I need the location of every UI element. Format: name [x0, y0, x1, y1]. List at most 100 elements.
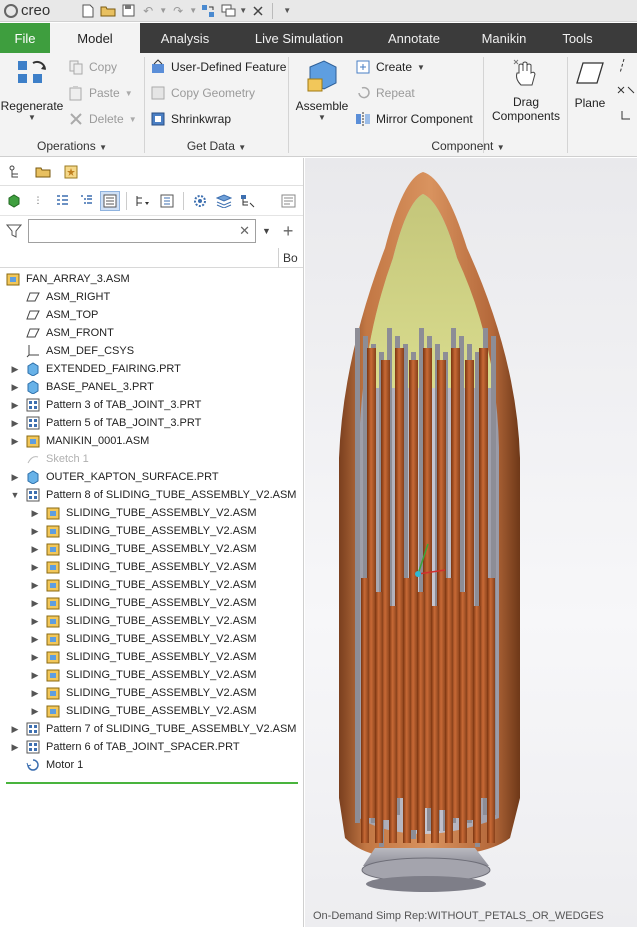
undo-icon[interactable]: ↶: [138, 2, 158, 20]
assemble-button[interactable]: Assemble ▼: [293, 57, 351, 122]
open-folder-icon[interactable]: [98, 2, 118, 20]
paste-button[interactable]: Paste ▼: [68, 85, 133, 101]
tree-item[interactable]: ▼ Pattern 8 of SLIDING_TUBE_ASSEMBLY_V2.A…: [0, 486, 303, 504]
tree-item[interactable]: ▶ SLIDING_TUBE_ASSEMBLY_V2.ASM: [0, 630, 303, 648]
sliding-tube[interactable]: [375, 592, 383, 843]
sliding-tube[interactable]: [473, 606, 481, 843]
assemble-dropdown-icon[interactable]: ▼: [318, 113, 326, 122]
repeat-button[interactable]: Repeat: [355, 85, 415, 101]
tree-item[interactable]: ▶ SLIDING_TUBE_ASSEMBLY_V2.ASM: [0, 558, 303, 576]
tree-item[interactable]: ▶ SLIDING_TUBE_ASSEMBLY_V2.ASM: [0, 504, 303, 522]
tree-item[interactable]: ▶ BASE_PANEL_3.PRT: [0, 378, 303, 396]
tree-columns-icon[interactable]: [133, 191, 153, 211]
structure-icon[interactable]: [238, 191, 258, 211]
user-defined-feature-button[interactable]: User-Defined Feature: [150, 59, 286, 75]
get-data-group-label[interactable]: Get Data ▼: [145, 139, 288, 153]
tab-manikin[interactable]: Manikin: [460, 23, 548, 53]
layers-icon[interactable]: [214, 191, 234, 211]
sliding-tube[interactable]: [459, 592, 467, 843]
mirror-component-button[interactable]: Mirror Component: [355, 111, 473, 127]
tree-search-input[interactable]: [29, 220, 229, 242]
sliding-tube[interactable]: [445, 578, 453, 843]
notes-icon[interactable]: [279, 191, 299, 211]
expand-arrow-icon[interactable]: ▶: [30, 598, 40, 609]
tree-item[interactable]: ▶ SLIDING_TUBE_ASSEMBLY_V2.ASM: [0, 666, 303, 684]
tree-item[interactable]: ▶ SLIDING_TUBE_ASSEMBLY_V2.ASM: [0, 576, 303, 594]
sliding-tube[interactable]: [431, 606, 439, 843]
expand-tree-icon[interactable]: [52, 191, 72, 211]
tree-filter-toggle-icon[interactable]: [100, 190, 120, 211]
expand-arrow-icon[interactable]: ▶: [10, 724, 20, 735]
regenerate-button[interactable]: Regenerate ▼: [1, 57, 63, 122]
search-dropdown-icon[interactable]: ▼: [262, 226, 271, 236]
new-file-icon[interactable]: [78, 2, 98, 20]
sliding-tube[interactable]: [403, 578, 411, 843]
shrinkwrap-button[interactable]: Shrinkwrap: [150, 111, 231, 127]
folder-browser-tab-icon[interactable]: [32, 162, 54, 182]
tree-item[interactable]: ▶ SLIDING_TUBE_ASSEMBLY_V2.ASM: [0, 612, 303, 630]
windows-icon[interactable]: [218, 2, 238, 20]
expand-arrow-icon[interactable]: ▶: [30, 670, 40, 681]
datum-tools-overflow[interactable]: [614, 57, 637, 127]
guide-rail[interactable]: [355, 328, 360, 823]
tab-annotate[interactable]: Annotate: [368, 23, 460, 53]
expand-arrow-icon[interactable]: ▶: [10, 364, 20, 375]
tab-tools[interactable]: Tools: [548, 23, 607, 53]
component-group-label[interactable]: Component ▼: [289, 139, 637, 153]
settings-dropdown-icon[interactable]: ⋮: [28, 191, 48, 211]
expand-arrow-icon[interactable]: ▶: [10, 382, 20, 393]
expand-arrow-icon[interactable]: ▶: [30, 652, 40, 663]
column-header-bo[interactable]: Bo: [278, 248, 298, 268]
operations-group-label[interactable]: Operations ▼: [0, 139, 144, 153]
add-filter-icon[interactable]: +: [283, 221, 294, 242]
tree-item[interactable]: Sketch 1: [0, 450, 303, 468]
tab-file[interactable]: File: [0, 23, 50, 53]
tree-item[interactable]: ▶ SLIDING_TUBE_ASSEMBLY_V2.ASM: [0, 594, 303, 612]
tree-item[interactable]: ▶ Pattern 3 of TAB_JOINT_3.PRT: [0, 396, 303, 414]
tree-item[interactable]: Motor 1: [0, 756, 303, 774]
expand-arrow-icon[interactable]: ▶: [30, 580, 40, 591]
tree-item[interactable]: ▶ SLIDING_TUBE_ASSEMBLY_V2.ASM: [0, 684, 303, 702]
copy-button[interactable]: Copy: [68, 59, 117, 75]
tree-item[interactable]: ▶ OUTER_KAPTON_SURFACE.PRT: [0, 468, 303, 486]
expand-arrow-icon[interactable]: ▶: [30, 526, 40, 537]
redo-dropdown-icon[interactable]: ▼: [188, 2, 198, 20]
tree-item[interactable]: ▶ EXTENDED_FAIRING.PRT: [0, 360, 303, 378]
tree-item[interactable]: ASM_FRONT: [0, 324, 303, 342]
tree-item[interactable]: ASM_TOP: [0, 306, 303, 324]
expand-arrow-icon[interactable]: ▶: [30, 616, 40, 627]
collapse-tree-icon[interactable]: [76, 191, 96, 211]
tree-item[interactable]: ▶ Pattern 7 of SLIDING_TUBE_ASSEMBLY_V2.A…: [0, 720, 303, 738]
favorites-tab-icon[interactable]: [60, 162, 82, 182]
tree-item[interactable]: ▶ SLIDING_TUBE_ASSEMBLY_V2.ASM: [0, 540, 303, 558]
windows-dropdown-icon[interactable]: ▼: [238, 2, 248, 20]
delete-dropdown-icon[interactable]: ▼: [129, 115, 137, 124]
tree-item[interactable]: ▶ MANIKIN_0001.ASM: [0, 432, 303, 450]
plane-button[interactable]: Plane: [570, 59, 610, 110]
tree-settings-icon[interactable]: [157, 191, 177, 211]
show-icon[interactable]: [4, 191, 24, 211]
expand-arrow-icon[interactable]: ▶: [30, 544, 40, 555]
tree-item[interactable]: ▶ SLIDING_TUBE_ASSEMBLY_V2.ASM: [0, 648, 303, 666]
tree-search-field[interactable]: ✕: [28, 219, 256, 243]
delete-button[interactable]: Delete ▼: [68, 111, 137, 127]
tree-item[interactable]: ASM_RIGHT: [0, 288, 303, 306]
expand-arrow-icon[interactable]: ▶: [10, 742, 20, 753]
tab-analysis[interactable]: Analysis: [140, 23, 230, 53]
tree-item[interactable]: ▶ SLIDING_TUBE_ASSEMBLY_V2.ASM: [0, 522, 303, 540]
expand-arrow-icon[interactable]: ▶: [30, 562, 40, 573]
fairing-model-view[interactable]: [305, 158, 637, 927]
paste-dropdown-icon[interactable]: ▼: [125, 89, 133, 98]
customize-qat-icon[interactable]: ▼: [277, 2, 297, 20]
sliding-tube[interactable]: [417, 592, 425, 843]
tab-model[interactable]: Model: [50, 23, 140, 53]
model-tree-tab-icon[interactable]: [4, 162, 26, 182]
collapse-arrow-icon[interactable]: ▼: [10, 490, 20, 500]
graphics-window[interactable]: [305, 158, 637, 927]
expand-arrow-icon[interactable]: ▶: [30, 706, 40, 717]
redo-icon[interactable]: ↷: [168, 2, 188, 20]
copy-geometry-button[interactable]: Copy Geometry: [150, 85, 255, 101]
filter-funnel-icon[interactable]: [6, 224, 22, 238]
tree-item[interactable]: ASM_DEF_CSYS: [0, 342, 303, 360]
sliding-tube[interactable]: [389, 606, 397, 843]
